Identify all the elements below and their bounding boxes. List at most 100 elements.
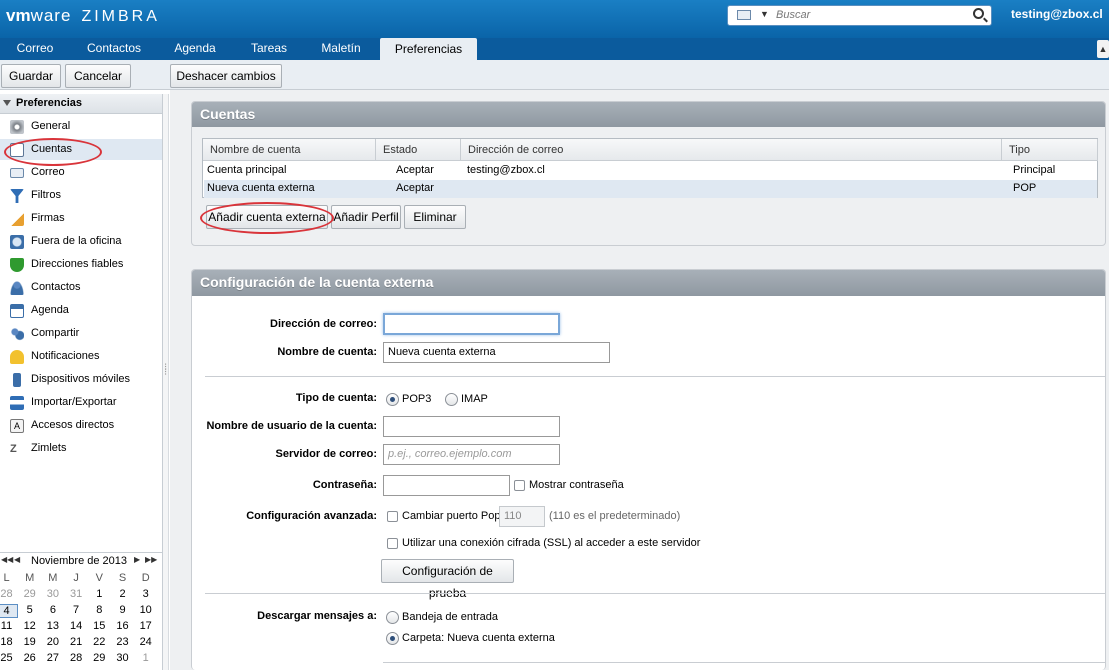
calendar-day[interactable]: 26 (18, 652, 41, 664)
calendar-day[interactable]: 25 (0, 652, 18, 664)
tab-preferencias[interactable]: Preferencias (380, 38, 477, 61)
calendar-day[interactable]: 8 (88, 604, 111, 616)
calendar-day[interactable]: 14 (65, 620, 88, 632)
ssl-label[interactable]: Utilizar una conexión cifrada (SSL) al a… (402, 537, 700, 549)
tab-contactos[interactable]: Contactos (72, 38, 156, 60)
sidebar-header[interactable]: Preferencias (0, 94, 162, 114)
calendar-day[interactable]: 9 (111, 604, 134, 616)
col-header-direccion[interactable]: Dirección de correo (461, 139, 1002, 161)
calendar-day[interactable]: 1 (88, 588, 111, 600)
tab-agenda[interactable]: Agenda (160, 38, 230, 60)
tab-correo[interactable]: Correo (0, 38, 70, 60)
calendar-day[interactable]: 30 (41, 588, 64, 600)
imap-radio[interactable] (445, 393, 458, 406)
inbox-radio[interactable] (386, 611, 399, 624)
test-settings-button[interactable]: Configuración de prueba (381, 559, 514, 600)
col-header-estado[interactable]: Estado (376, 139, 461, 161)
calendar-day[interactable]: 15 (88, 620, 111, 632)
user-account-menu[interactable]: testing@zbox.cl (1011, 7, 1103, 21)
email-field[interactable] (383, 313, 560, 335)
sidebar-item-compartir[interactable]: Compartir (0, 323, 162, 344)
calendar-day[interactable]: 7 (65, 604, 88, 616)
calendar-day[interactable]: 17 (134, 620, 157, 632)
calendar-day[interactable]: 19 (18, 636, 41, 648)
sidebar-item-correo[interactable]: Correo (0, 162, 162, 183)
table-row-1-state[interactable]: Aceptar (396, 161, 434, 179)
sidebar-item-accesos-directos[interactable]: A Accesos directos (0, 415, 162, 436)
calendar-day-today[interactable]: 4 (0, 604, 18, 618)
calendar-day[interactable]: 29 (88, 652, 111, 664)
calendar-day[interactable]: 24 (134, 636, 157, 648)
calendar-day[interactable]: 6 (41, 604, 64, 616)
folder-label[interactable]: Carpeta: Nueva cuenta externa (402, 632, 555, 644)
calendar-day[interactable]: 30 (111, 652, 134, 664)
show-password-label[interactable]: Mostrar contraseña (529, 479, 624, 491)
calendar-day[interactable]: 1 (134, 652, 157, 664)
table-row-2-state[interactable]: Aceptar (396, 179, 434, 197)
calendar-day[interactable]: 27 (41, 652, 64, 664)
sidebar-item-filtros[interactable]: Filtros (0, 185, 162, 206)
sidebar-item-firmas[interactable]: Firmas (0, 208, 162, 229)
calendar-day[interactable]: 10 (134, 604, 157, 616)
inbox-label[interactable]: Bandeja de entrada (402, 611, 498, 623)
calendar-day[interactable]: 16 (111, 620, 134, 632)
prev-month-icon[interactable]: ◀ (14, 555, 20, 564)
sidebar-item-general[interactable]: General (0, 116, 162, 137)
collapse-triangle-icon[interactable] (3, 100, 11, 106)
show-password-checkbox[interactable] (514, 480, 525, 491)
calendar-day[interactable]: 31 (65, 588, 88, 600)
next-month-icon[interactable]: ▶ (134, 555, 140, 564)
calendar-day[interactable]: 5 (18, 604, 41, 616)
ssl-checkbox[interactable] (387, 538, 398, 549)
calendar-day[interactable]: 3 (134, 588, 157, 600)
calendar-day[interactable]: 2 (111, 588, 134, 600)
port-field[interactable]: 110 (499, 506, 545, 527)
tabs-scroll-arrow[interactable]: ▲ (1097, 40, 1109, 58)
sidebar-item-importar-exportar[interactable]: Importar/Exportar (0, 392, 162, 413)
undo-changes-button[interactable]: Deshacer cambios (170, 64, 282, 88)
sidebar-item-direcciones-fiables[interactable]: Direcciones fiables (0, 254, 162, 275)
cancel-button[interactable]: Cancelar (65, 64, 131, 88)
tab-maletin[interactable]: Maletín (308, 38, 374, 60)
save-button[interactable]: Guardar (1, 64, 61, 88)
calendar-day[interactable]: 13 (41, 620, 64, 632)
calendar-day[interactable]: 18 (0, 636, 18, 648)
table-row-1-type[interactable]: Principal (1013, 161, 1055, 179)
calendar-day[interactable]: 11 (0, 620, 18, 632)
sidebar-item-fuera-oficina[interactable]: Fuera de la oficina (0, 231, 162, 252)
next-year-icon[interactable]: ▶▶ (145, 555, 157, 564)
table-row-1-name[interactable]: Cuenta principal (207, 161, 287, 179)
calendar-day[interactable]: 12 (18, 620, 41, 632)
account-name-field[interactable]: Nueva cuenta externa (383, 342, 610, 363)
calendar-day[interactable]: 20 (41, 636, 64, 648)
add-profile-button[interactable]: Añadir Perfil (331, 205, 401, 229)
pop3-label[interactable]: POP3 (402, 393, 431, 405)
change-port-label[interactable]: Cambiar puerto Pop (402, 510, 500, 522)
sidebar-item-agenda[interactable]: Agenda (0, 300, 162, 321)
username-field[interactable] (383, 416, 560, 437)
sidebar-splitter[interactable] (163, 94, 169, 670)
table-row-selected[interactable] (204, 180, 1097, 198)
sidebar-item-notificaciones[interactable]: Notificaciones (0, 346, 162, 367)
sidebar-item-zimlets[interactable]: Z Zimlets (0, 438, 162, 459)
server-field[interactable]: p.ej., correo.ejemplo.com (383, 444, 560, 465)
mail-icon[interactable] (737, 10, 751, 20)
search-box[interactable]: ▼ Buscar (727, 5, 992, 26)
sidebar-item-dispositivos-moviles[interactable]: Dispositivos móviles (0, 369, 162, 390)
delete-button[interactable]: Eliminar (404, 205, 466, 229)
calendar-day[interactable]: 22 (88, 636, 111, 648)
change-port-checkbox[interactable] (387, 511, 398, 522)
table-row-2-name[interactable]: Nueva cuenta externa (207, 179, 315, 197)
search-input[interactable]: Buscar (776, 9, 810, 21)
sidebar-item-contactos[interactable]: Contactos (0, 277, 162, 298)
calendar-day[interactable]: 21 (65, 636, 88, 648)
calendar-day[interactable]: 29 (18, 588, 41, 600)
table-row-2-type[interactable]: POP (1013, 179, 1036, 197)
col-header-nombre[interactable]: Nombre de cuenta (203, 139, 376, 161)
search-icon[interactable] (973, 8, 984, 19)
pop3-radio[interactable] (386, 393, 399, 406)
prev-year-icon[interactable]: ◀◀ (1, 555, 13, 564)
folder-radio[interactable] (386, 632, 399, 645)
calendar-day[interactable]: 23 (111, 636, 134, 648)
calendar-day[interactable]: 28 (0, 588, 18, 600)
